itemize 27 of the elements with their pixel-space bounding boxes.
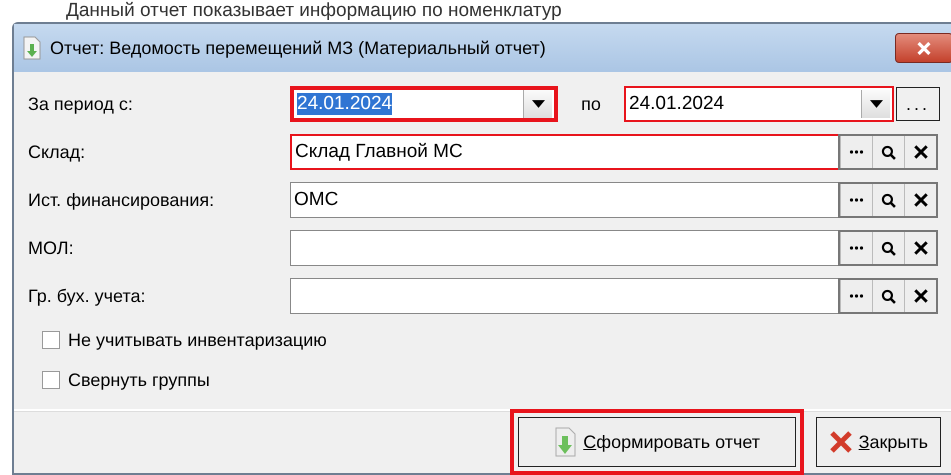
checkbox-label: Свернуть группы <box>68 370 210 390</box>
close-icon <box>916 42 932 54</box>
document-download-icon <box>553 427 578 457</box>
lookup-field[interactable] <box>290 278 838 314</box>
dropdown-icon[interactable] <box>523 90 552 118</box>
field-label: по <box>580 94 602 114</box>
field-label: Гр. бух. учета: <box>28 286 147 306</box>
checkbox[interactable] <box>42 371 60 389</box>
date-field[interactable]: 24.01.2024 <box>290 86 558 122</box>
window-title: Отчет: Ведомость перемещений МЗ (Материальный отчет) <box>50 38 547 58</box>
lookup-field[interactable]: ОМС <box>290 182 838 218</box>
dropdown-icon[interactable] <box>861 90 890 118</box>
checkbox[interactable] <box>42 331 60 349</box>
period-button[interactable]: ... <box>896 87 940 121</box>
document-icon <box>22 36 42 60</box>
generate-report-button[interactable]: Сформировать отчет <box>518 417 796 467</box>
checkbox-label: Не учитывать инвентаризацию <box>68 330 327 350</box>
field-label: Ист. финансирования: <box>28 190 216 210</box>
date-field[interactable]: 24.01.2024 <box>624 86 894 122</box>
field-label: Склад: <box>28 142 86 162</box>
close-button[interactable] <box>895 33 951 63</box>
close-dialog-button[interactable]: Закрыть <box>816 417 941 467</box>
field-label: МОЛ: <box>28 238 75 258</box>
lookup-field[interactable]: Склад Главной МС <box>290 134 838 170</box>
field-label: За период с: <box>28 94 134 114</box>
lookup-field[interactable] <box>290 230 838 266</box>
background-text: Данный отчет показывает информацию по номенклатур <box>65 0 563 22</box>
